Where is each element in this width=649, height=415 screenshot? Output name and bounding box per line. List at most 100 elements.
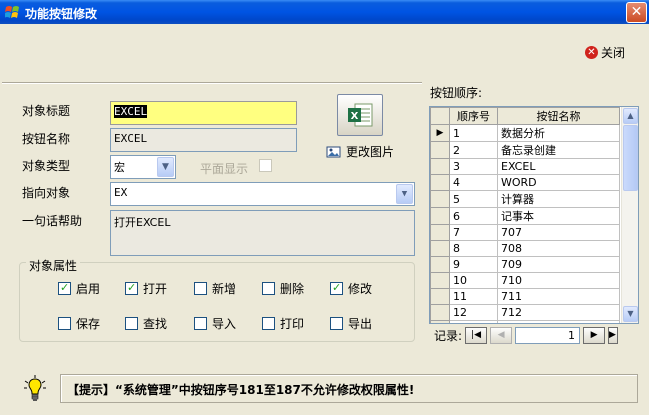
grid-cell-name[interactable]: 数据分析 <box>497 124 620 142</box>
flat-display-checkbox[interactable] <box>259 159 272 172</box>
row-selector[interactable] <box>430 288 450 305</box>
window-close-button[interactable]: ✕ <box>626 2 647 23</box>
row-selector[interactable] <box>430 256 450 273</box>
grid-cell-order[interactable]: 5 <box>449 190 498 208</box>
close-button-label: 关闭 <box>601 46 626 60</box>
row-selector[interactable] <box>430 224 450 241</box>
attr-new-checkbox[interactable]: 新增 <box>194 280 236 297</box>
button-name-input[interactable]: EXCEL <box>110 128 297 152</box>
record-navigator: 记录: |◀ ◀ 1 ▶ ▶| <box>434 327 619 344</box>
table-row[interactable]: 2 备忘录创建 <box>430 141 620 159</box>
grid-cell-name[interactable]: 713 <box>497 320 620 323</box>
table-row[interactable]: 8 708 <box>430 240 620 257</box>
grid-cell-order[interactable]: 4 <box>449 174 498 191</box>
last-record-icon[interactable]: ▶| <box>608 327 619 344</box>
checkbox-unchecked-icon[interactable] <box>262 317 275 330</box>
checkbox-checked-icon[interactable] <box>125 281 138 295</box>
attr-modify-checkbox[interactable]: 修改 <box>330 280 372 297</box>
change-image-button[interactable]: 更改图片 <box>326 143 394 160</box>
grid-cell-name[interactable]: 记事本 <box>497 207 620 225</box>
grid-cell-order[interactable]: 1 <box>449 124 498 142</box>
grid-cell-name[interactable]: WORD <box>497 174 620 191</box>
attr-find-checkbox[interactable]: 查找 <box>125 315 167 332</box>
close-button[interactable]: ✕ 关闭 <box>585 44 625 61</box>
row-selector[interactable] <box>430 190 450 208</box>
table-row[interactable]: 9 709 <box>430 256 620 273</box>
next-record-icon[interactable]: ▶ <box>583 327 606 344</box>
table-row[interactable]: 6 记事本 <box>430 207 620 225</box>
grid-cell-name[interactable]: 707 <box>497 224 620 241</box>
attr-delete-checkbox[interactable]: 删除 <box>262 280 304 297</box>
checkbox-unchecked-icon[interactable] <box>330 317 343 330</box>
checkbox-unchecked-icon[interactable] <box>58 317 71 330</box>
object-title-input[interactable]: EXCEL <box>110 101 297 125</box>
grid-cell-name[interactable]: EXCEL <box>497 158 620 175</box>
grid-cell-order[interactable]: 7 <box>449 224 498 241</box>
grid-cell-order[interactable]: 8 <box>449 240 498 257</box>
table-row[interactable]: 7 707 <box>430 224 620 241</box>
checkbox-unchecked-icon[interactable] <box>194 317 207 330</box>
target-select[interactable]: EX ▼ <box>110 182 415 206</box>
chevron-down-icon[interactable]: ▼ <box>396 184 413 204</box>
first-record-icon[interactable]: |◀ <box>465 327 488 344</box>
attr-enable-checkbox[interactable]: 启用 <box>58 280 100 297</box>
grid-cell-name[interactable]: 712 <box>497 304 620 321</box>
button-image-button[interactable]: X <box>337 94 383 136</box>
attr-open-checkbox[interactable]: 打开 <box>125 280 167 297</box>
attr-export-checkbox[interactable]: 导出 <box>330 315 372 332</box>
grid-cell-name[interactable]: 711 <box>497 288 620 305</box>
checkbox-unchecked-icon[interactable] <box>262 282 275 295</box>
attr-save-checkbox[interactable]: 保存 <box>58 315 100 332</box>
scroll-down-icon[interactable]: ▼ <box>623 306 638 322</box>
grid-cell-order[interactable]: 10 <box>449 272 498 289</box>
current-row-indicator-icon[interactable]: ▶ <box>430 124 450 142</box>
grid-vertical-scrollbar[interactable]: ▲ ▼ <box>621 107 638 323</box>
grid-cell-name[interactable]: 708 <box>497 240 620 257</box>
excel-icon: X <box>348 103 373 127</box>
checkbox-checked-icon[interactable] <box>58 281 71 295</box>
checkbox-unchecked-icon[interactable] <box>194 282 207 295</box>
attr-print-checkbox[interactable]: 打印 <box>262 315 304 332</box>
checkbox-checked-icon[interactable] <box>330 281 343 295</box>
grid-cell-name[interactable]: 710 <box>497 272 620 289</box>
help-textarea[interactable]: 打开EXCEL <box>110 210 415 256</box>
scroll-thumb[interactable] <box>623 125 638 191</box>
grid-cell-order[interactable]: 3 <box>449 158 498 175</box>
grid-corner <box>430 107 450 125</box>
button-order-grid[interactable]: 顺序号 按钮名称 ▶ 1 数据分析 2 备忘录创建 3 EXCEL 4 WORD 5 计算器 6 记事本… <box>429 106 639 324</box>
grid-cell-order[interactable]: 12 <box>449 304 498 321</box>
row-selector[interactable] <box>430 158 450 175</box>
flat-display-label: 平面显示 <box>200 162 249 176</box>
grid-cell-order[interactable]: 6 <box>449 207 498 225</box>
checkbox-unchecked-icon[interactable] <box>125 317 138 330</box>
table-row[interactable]: 13713 <box>430 320 620 323</box>
grid-cell-order[interactable]: 9 <box>449 256 498 273</box>
row-selector[interactable] <box>430 174 450 191</box>
table-row[interactable]: 12 712 <box>430 304 620 321</box>
prev-record-icon[interactable]: ◀ <box>490 327 513 344</box>
table-row[interactable]: 10 710 <box>430 272 620 289</box>
grid-cell-name[interactable]: 计算器 <box>497 190 620 208</box>
row-selector[interactable] <box>430 304 450 321</box>
scroll-up-icon[interactable]: ▲ <box>623 108 638 124</box>
table-row[interactable]: 11 711 <box>430 288 620 305</box>
record-number-input[interactable]: 1 <box>515 327 581 344</box>
row-selector[interactable] <box>430 272 450 289</box>
row-selector[interactable] <box>430 320 450 323</box>
grid-cell-name[interactable]: 709 <box>497 256 620 273</box>
row-selector[interactable] <box>430 141 450 159</box>
table-row[interactable]: 4 WORD <box>430 174 620 191</box>
chevron-down-icon[interactable]: ▼ <box>157 157 174 177</box>
attr-new-label: 新增 <box>212 282 237 296</box>
table-row[interactable]: ▶ 1 数据分析 <box>430 124 620 142</box>
object-type-select[interactable]: 宏 ▼ <box>110 155 176 179</box>
grid-cell-order[interactable]: 2 <box>449 141 498 159</box>
attr-import-checkbox[interactable]: 导入 <box>194 315 236 332</box>
row-selector[interactable] <box>430 207 450 225</box>
grid-cell-order[interactable]: 13 <box>449 320 498 323</box>
table-row[interactable]: 5 计算器 <box>430 190 620 208</box>
row-selector[interactable] <box>430 240 450 257</box>
grid-cell-order[interactable]: 11 <box>449 288 498 305</box>
grid-cell-name[interactable]: 备忘录创建 <box>497 141 620 159</box>
table-row[interactable]: 3 EXCEL <box>430 158 620 175</box>
